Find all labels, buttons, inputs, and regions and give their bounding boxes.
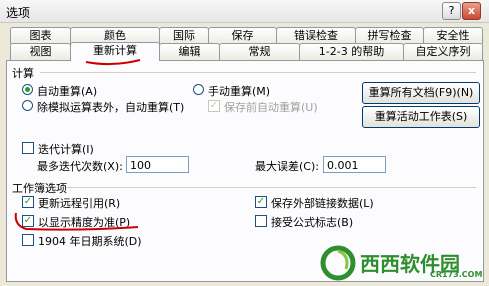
tab-view[interactable]: 视图 <box>10 43 71 60</box>
watermark-site: CR173.COM <box>430 270 483 279</box>
tab-security[interactable]: 安全性 <box>423 27 483 44</box>
iteration-checkbox[interactable] <box>22 142 34 154</box>
date1904-checkbox[interactable] <box>22 234 34 246</box>
calc-separator <box>40 72 476 73</box>
save-external-label: 保存外部链接数据(L) <box>271 197 374 210</box>
date1904-label: 1904 年日期系统(D) <box>38 235 142 248</box>
radio-auto-label: 自动重算(A) <box>37 85 98 98</box>
tab-error-check[interactable]: 错误检查 <box>276 27 356 44</box>
max-change-input[interactable]: 0.001 <box>323 156 386 173</box>
save-external-checkbox[interactable]: ✓ <box>255 196 267 208</box>
help-button[interactable]: ? <box>442 2 461 20</box>
tab-save[interactable]: 保存 <box>208 27 277 44</box>
recalc-sheet-button[interactable]: 重算活动工作表(S) <box>362 106 480 128</box>
max-iter-label: 最多迭代次数(X): <box>37 160 123 173</box>
window-title: 选项 <box>6 6 31 20</box>
watermark-leaf-icon <box>320 245 356 281</box>
radio-auto-except-tables[interactable] <box>22 100 33 111</box>
title-bar: 选项 ? x <box>0 0 489 23</box>
max-change-label: 最大误差(C): <box>255 160 319 173</box>
recalc-all-button[interactable]: 重算所有文档(F9)(N) <box>362 82 480 104</box>
radio-manual[interactable] <box>193 84 204 95</box>
radio-manual-label: 手动重算(M) <box>208 85 271 98</box>
max-iter-input[interactable]: 100 <box>126 156 189 173</box>
iteration-label: 迭代计算(I) <box>38 143 94 156</box>
tab-international[interactable]: 国际 <box>159 27 209 44</box>
close-button[interactable]: x <box>462 2 481 20</box>
annotation-underline-precision <box>14 212 139 231</box>
workbook-section-label: 工作簿选项 <box>12 182 67 195</box>
accept-labels-checkbox[interactable] <box>255 215 267 227</box>
calc-section-label: 计算 <box>12 67 34 80</box>
workbook-separator <box>66 187 476 188</box>
watermark-logo: 西西软件园 CR173.COM <box>320 244 485 282</box>
tab-edit[interactable]: 编辑 <box>159 43 220 60</box>
tab-lotus-help[interactable]: 1-2-3 的帮助 <box>299 43 404 60</box>
accept-labels-label: 接受公式标志(B) <box>271 216 354 229</box>
recalc-before-save-label: 保存前自动重算(U) <box>224 101 318 114</box>
update-remote-checkbox[interactable]: ✓ <box>22 196 34 208</box>
tab-general[interactable]: 常规 <box>219 43 300 60</box>
radio-auto-except-tables-label: 除模拟运算表外，自动重算(T) <box>37 101 185 114</box>
radio-auto[interactable] <box>22 84 33 95</box>
annotation-underline-tab <box>85 59 141 66</box>
tab-custom-lists[interactable]: 自定义序列 <box>403 43 483 60</box>
tab-spelling[interactable]: 拼写检查 <box>355 27 424 44</box>
recalc-before-save-checkbox[interactable]: ✓ <box>208 100 220 112</box>
tab-chart[interactable]: 图表 <box>10 27 71 44</box>
